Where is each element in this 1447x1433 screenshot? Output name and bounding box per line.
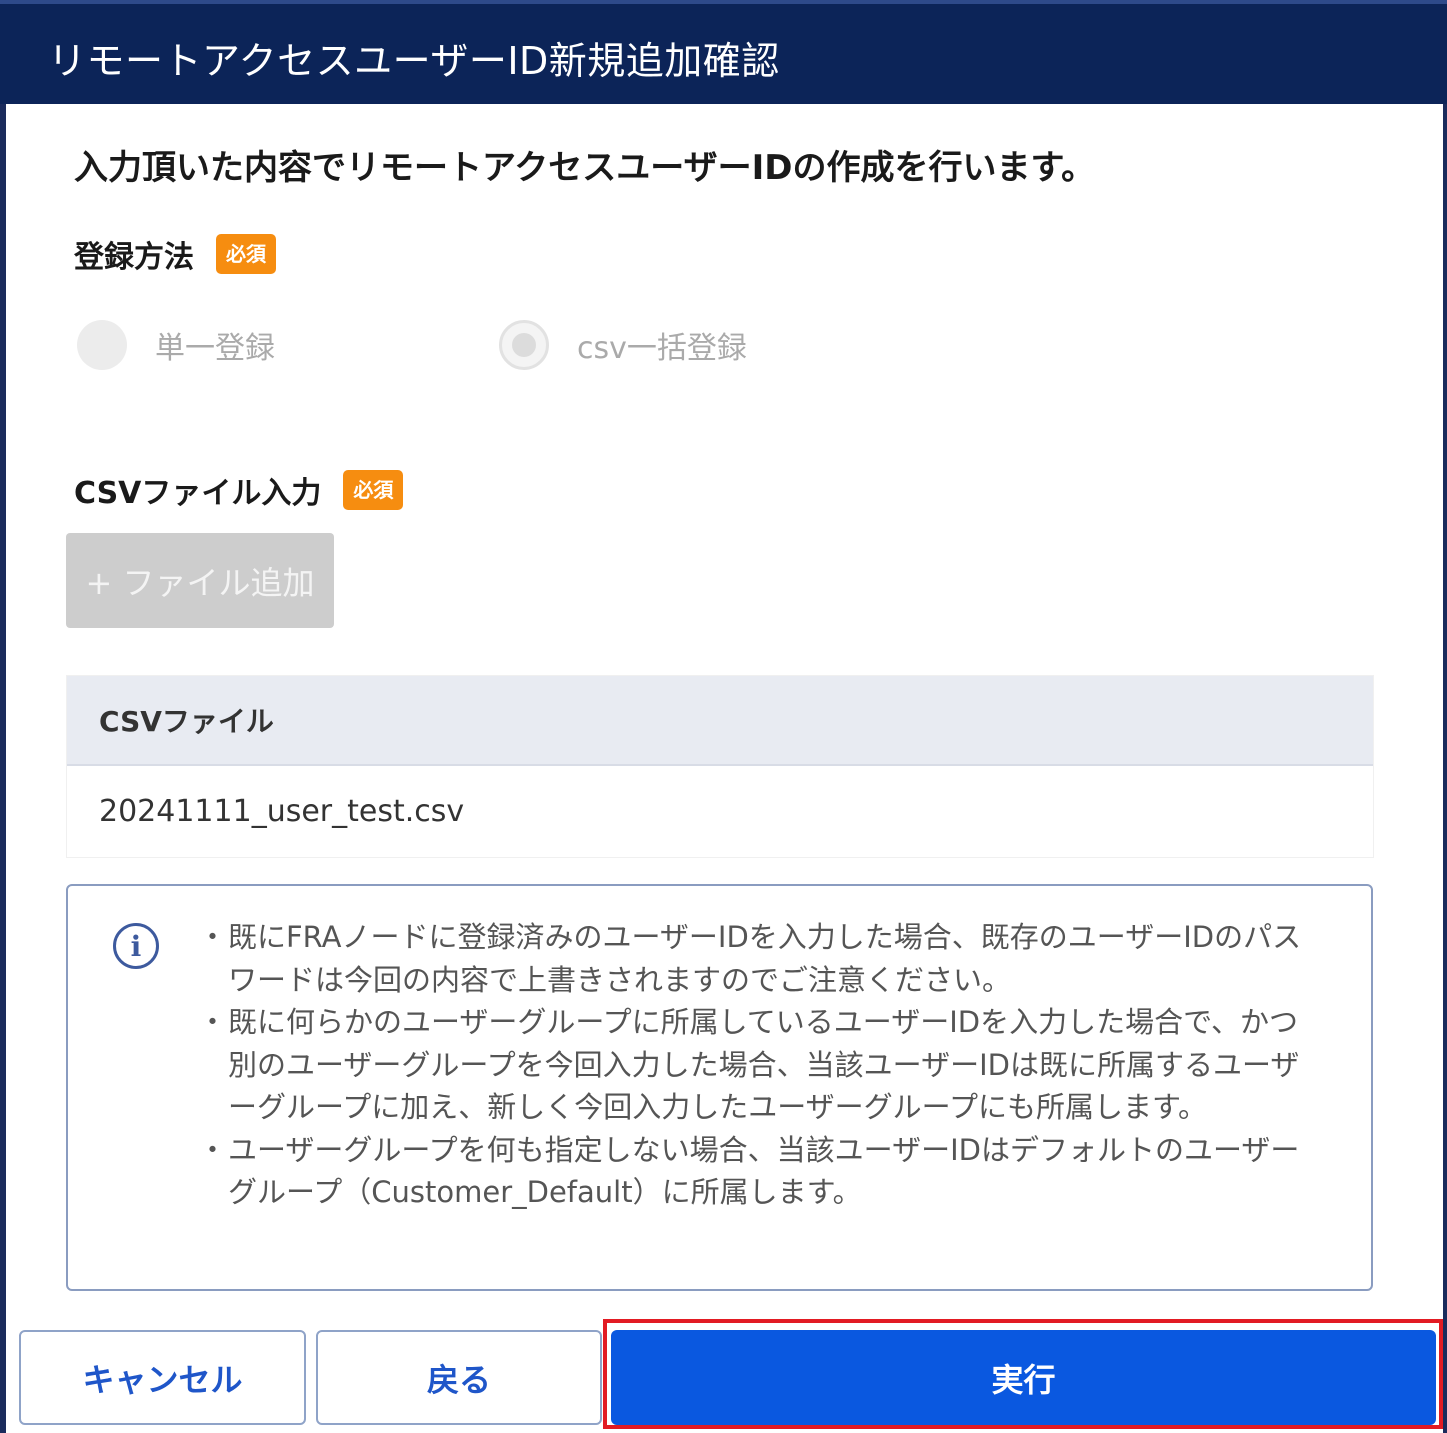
dialog-title: リモートアクセスユーザーID新規追加確認 <box>48 39 780 83</box>
notice-item: 既にFRAノードに登録済みのユーザーIDを入力した場合、既存のユーザーIDのパス… <box>198 916 1304 1001</box>
execute-button[interactable]: 実行 <box>611 1330 1436 1425</box>
info-icon: i <box>113 923 159 969</box>
table-header: CSVファイル <box>67 676 1373 766</box>
add-file-button[interactable]: + ファイル追加 <box>66 533 334 628</box>
csv-input-label: CSVファイル入力 必須 <box>74 468 404 512</box>
radio-button-csv[interactable] <box>499 320 549 370</box>
cancel-button[interactable]: キャンセル <box>19 1330 306 1425</box>
radio-label-single: 単一登録 <box>155 331 275 366</box>
radio-csv[interactable]: csv一括登録 <box>499 320 747 370</box>
back-button[interactable]: 戻る <box>316 1330 602 1425</box>
notice-item: 既に何らかのユーザーグループに所属しているユーザーIDを入力した場合で、かつ別の… <box>198 1001 1304 1129</box>
right-edge <box>1443 0 1447 1433</box>
csv-input-text: CSVファイル入力 <box>74 476 322 511</box>
registration-method-text: 登録方法 <box>74 240 194 275</box>
radio-single[interactable]: 単一登録 <box>77 320 275 370</box>
radio-button-single[interactable] <box>77 320 127 370</box>
required-badge: 必須 <box>216 234 276 274</box>
csv-file-table: CSVファイル 20241111_user_test.csv <box>66 675 1374 858</box>
table-row: 20241111_user_test.csv <box>99 794 465 829</box>
notice-box: i 既にFRAノードに登録済みのユーザーIDを入力した場合、既存のユーザーIDの… <box>66 884 1373 1291</box>
registration-method-label: 登録方法 必須 <box>74 232 276 276</box>
required-badge: 必須 <box>343 470 404 510</box>
intro-text: 入力頂いた内容でリモートアクセスユーザーIDの作成を行います。 <box>74 148 1096 188</box>
dialog-header: リモートアクセスユーザーID新規追加確認 <box>0 0 1447 104</box>
radio-label-csv: csv一括登録 <box>577 331 747 366</box>
notice-list: 既にFRAノードに登録済みのユーザーIDを入力した場合、既存のユーザーIDのパス… <box>198 916 1304 1214</box>
notice-item: ユーザーグループを何も指定しない場合、当該ユーザーIDはデフォルトのユーザーグル… <box>198 1129 1304 1214</box>
dialog: リモートアクセスユーザーID新規追加確認 入力頂いた内容でリモートアクセスユーザ… <box>0 0 1447 1433</box>
left-edge <box>0 0 6 1433</box>
radio-selected-dot <box>512 333 536 357</box>
